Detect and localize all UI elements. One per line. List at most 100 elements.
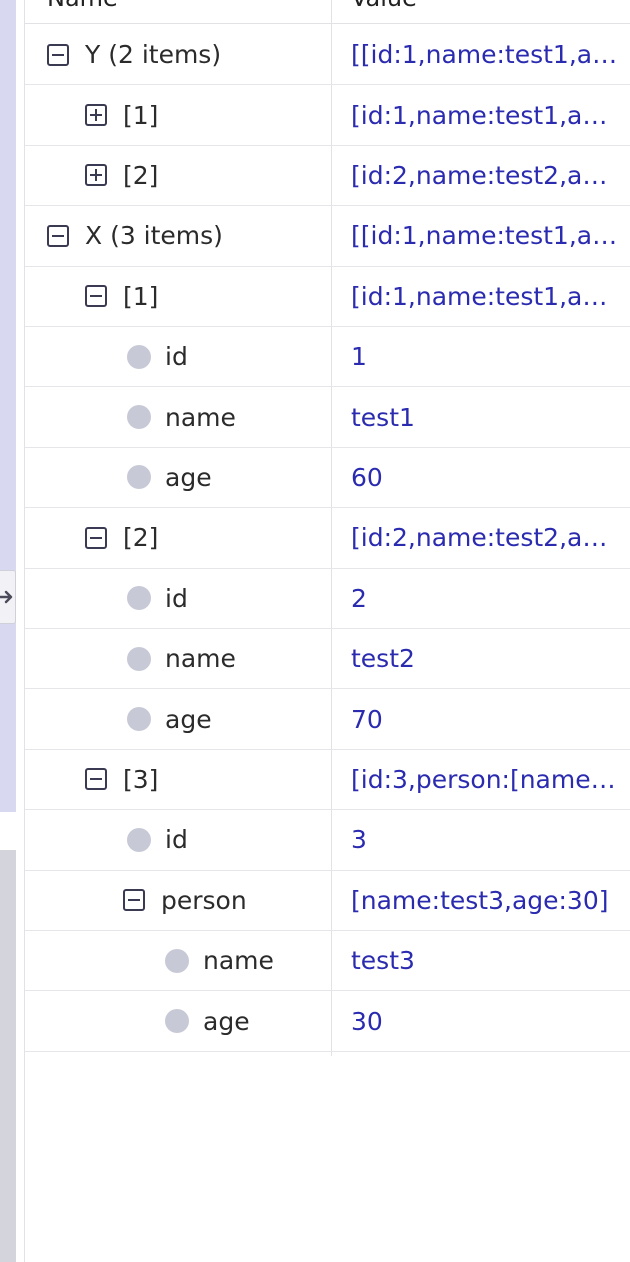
tree-row[interactable]: name test2 bbox=[25, 629, 630, 690]
name-cell: [2] bbox=[85, 146, 158, 205]
node-value: test2 bbox=[351, 644, 415, 674]
minus-square-icon[interactable] bbox=[47, 224, 69, 247]
value-cell: [name:test3,age:30] bbox=[351, 871, 619, 930]
node-value: [[id:1,name:test1,age:60],[id:2,name:tes… bbox=[351, 221, 619, 251]
value-cell: [id:1,name:test1,age:60] bbox=[351, 85, 619, 144]
name-cell: id bbox=[127, 569, 188, 628]
node-label: [2] bbox=[123, 160, 159, 190]
value-cell: 30 bbox=[351, 991, 619, 1050]
dot-icon bbox=[165, 948, 189, 973]
node-value: 70 bbox=[351, 704, 383, 734]
node-value: 60 bbox=[351, 462, 383, 492]
tree-row[interactable]: [1] [id:1,name:test1,age:60] bbox=[25, 85, 630, 146]
minus-square-icon[interactable] bbox=[47, 43, 69, 66]
node-value: [[id:1,name:test1,age:60],[id:2,name:tes… bbox=[351, 40, 619, 70]
tree-row[interactable]: [2] [id:2,name:test2,age:70] bbox=[25, 508, 630, 569]
node-label: [1] bbox=[123, 100, 159, 130]
name-cell: age bbox=[127, 689, 212, 748]
tree-row[interactable]: [1] [id:1,name:test1,age:60] bbox=[25, 267, 630, 327]
node-label: person bbox=[161, 885, 247, 915]
left-panel-lower bbox=[0, 850, 16, 1262]
node-value: [id:2,name:test2,age:70] bbox=[351, 160, 619, 190]
node-label: [1] bbox=[123, 281, 159, 311]
node-label: age bbox=[165, 462, 212, 492]
value-cell: [id:1,name:test1,age:60] bbox=[351, 267, 619, 326]
minus-square-icon[interactable] bbox=[85, 526, 107, 549]
tree-grid: Name Value Y (2 items) [[id:1,name:test1,… bbox=[24, 0, 630, 1262]
name-cell: id bbox=[127, 810, 188, 869]
name-cell: age bbox=[127, 448, 212, 507]
node-value: test1 bbox=[351, 402, 415, 432]
node-label: X (3 items) bbox=[85, 221, 223, 251]
tree-row[interactable]: [3] [id:3,person:[name:test3,age:30]] bbox=[25, 750, 630, 811]
plus-square-icon[interactable] bbox=[85, 164, 107, 187]
tree-row[interactable]: name test1 bbox=[25, 387, 630, 448]
node-label: [3] bbox=[123, 764, 159, 794]
node-label: name bbox=[165, 402, 236, 432]
value-cell: [id:3,person:[name:test3,age:30]] bbox=[351, 750, 619, 809]
node-label: [2] bbox=[123, 523, 159, 553]
plus-square-icon[interactable] bbox=[85, 104, 107, 127]
dot-icon bbox=[127, 707, 151, 732]
value-cell: test3 bbox=[351, 931, 619, 990]
value-cell: 2 bbox=[351, 569, 619, 628]
name-cell: [2] bbox=[85, 508, 158, 567]
node-label: age bbox=[203, 1006, 250, 1036]
node-value: [id:1,name:test1,age:60] bbox=[351, 281, 619, 311]
name-cell: person bbox=[123, 871, 247, 930]
tree-row[interactable]: [2] [id:2,name:test2,age:70] bbox=[25, 146, 630, 207]
name-cell: name bbox=[127, 629, 236, 688]
name-cell: name bbox=[165, 931, 274, 990]
value-cell: test1 bbox=[351, 387, 619, 446]
node-label: Y (2 items) bbox=[85, 40, 222, 70]
name-cell: age bbox=[165, 991, 250, 1050]
value-cell: [[id:1,name:test1,age:60],[id:2,name:tes… bbox=[351, 206, 619, 265]
tree-row[interactable]: name test3 bbox=[25, 931, 630, 992]
column-header-name[interactable]: Name bbox=[47, 0, 118, 12]
node-label: name bbox=[165, 644, 236, 674]
column-header-value[interactable]: Value bbox=[351, 0, 417, 12]
tree-row[interactable]: age 60 bbox=[25, 448, 630, 509]
arrow-right-icon bbox=[0, 590, 13, 604]
dot-icon bbox=[127, 405, 151, 430]
name-cell: id bbox=[127, 327, 188, 386]
grid-header: Name Value bbox=[25, 0, 630, 24]
name-cell: X (3 items) bbox=[47, 206, 223, 265]
tree-row[interactable]: id 3 bbox=[25, 810, 630, 871]
tree-row[interactable]: age 70 bbox=[25, 689, 630, 750]
dot-icon bbox=[165, 1009, 189, 1034]
dot-icon bbox=[127, 646, 151, 671]
minus-square-icon[interactable] bbox=[85, 285, 107, 308]
name-cell: [1] bbox=[85, 85, 158, 144]
value-cell: test2 bbox=[351, 629, 619, 688]
node-value: [id:1,name:test1,age:60] bbox=[351, 100, 619, 130]
node-value: test3 bbox=[351, 946, 415, 976]
name-cell: name bbox=[127, 387, 236, 446]
left-panel-gap bbox=[0, 812, 16, 850]
node-value: [name:test3,age:30] bbox=[351, 885, 609, 915]
minus-square-icon[interactable] bbox=[85, 768, 107, 791]
tree-row[interactable]: age 30 bbox=[25, 991, 630, 1052]
panel-expand-handle[interactable] bbox=[0, 570, 16, 624]
tree-row[interactable]: id 1 bbox=[25, 327, 630, 388]
node-value: [id:3,person:[name:test3,age:30]] bbox=[351, 764, 619, 794]
value-cell: 70 bbox=[351, 689, 619, 748]
value-cell: [id:2,name:test2,age:70] bbox=[351, 508, 619, 567]
node-label: id bbox=[165, 825, 188, 855]
tree-row[interactable]: Y (2 items) [[id:1,name:test1,age:60],[id… bbox=[25, 25, 630, 86]
left-panel bbox=[0, 0, 16, 812]
minus-square-icon[interactable] bbox=[123, 889, 145, 912]
value-cell: 3 bbox=[351, 810, 619, 869]
node-value: [id:2,name:test2,age:70] bbox=[351, 523, 619, 553]
dot-icon bbox=[127, 465, 151, 490]
tree-row[interactable]: person [name:test3,age:30] bbox=[25, 871, 630, 931]
tree-row[interactable]: X (3 items) [[id:1,name:test1,age:60],[id… bbox=[25, 206, 630, 267]
node-value: 3 bbox=[351, 825, 367, 855]
name-cell: [1] bbox=[85, 267, 158, 326]
value-cell: 1 bbox=[351, 327, 619, 386]
node-value: 30 bbox=[351, 1006, 383, 1036]
dot-icon bbox=[127, 827, 151, 852]
name-cell: Y (2 items) bbox=[47, 25, 221, 84]
tree-row[interactable]: id 2 bbox=[25, 569, 630, 629]
dot-icon bbox=[127, 344, 151, 369]
